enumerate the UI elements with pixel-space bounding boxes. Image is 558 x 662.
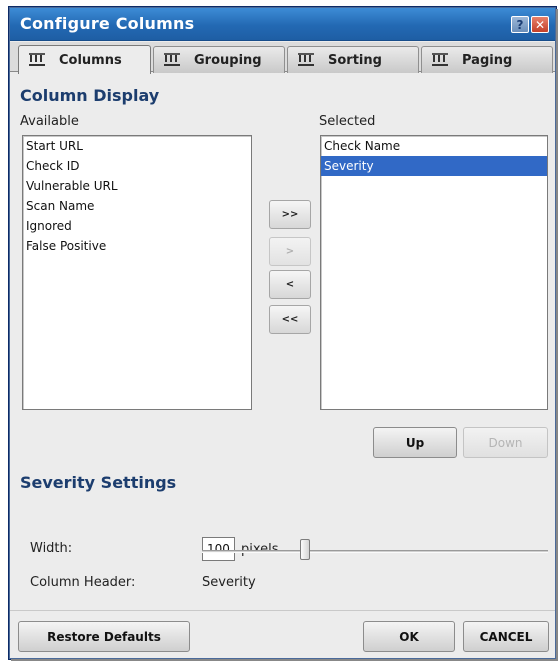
- tab-label: Columns: [59, 52, 122, 68]
- cancel-button[interactable]: CANCEL: [463, 621, 549, 652]
- footer-divider: [10, 610, 555, 611]
- dialog-title: Configure Columns: [20, 14, 195, 33]
- list-item[interactable]: Check ID: [23, 156, 251, 176]
- list-item[interactable]: False Positive: [23, 236, 251, 256]
- list-item[interactable]: Check Name: [321, 136, 547, 156]
- column-header-label: Column Header:: [30, 575, 136, 590]
- list-item[interactable]: Start URL: [23, 136, 251, 156]
- ok-button[interactable]: OK: [363, 621, 455, 652]
- up-button[interactable]: Up: [373, 427, 457, 458]
- columns-icon: [432, 52, 448, 66]
- tab-bar: Columns Grouping Sorting Paging: [10, 42, 555, 74]
- width-label: Width:: [30, 541, 73, 556]
- move-left-button[interactable]: <: [269, 270, 311, 299]
- tab-paging[interactable]: Paging: [421, 46, 553, 73]
- tab-columns[interactable]: Columns: [18, 45, 151, 74]
- column-display-heading: Column Display: [20, 86, 160, 105]
- width-slider-track[interactable]: [202, 550, 548, 553]
- column-header-value: Severity: [202, 575, 256, 590]
- list-item[interactable]: Scan Name: [23, 196, 251, 216]
- tab-sorting[interactable]: Sorting: [287, 46, 419, 73]
- width-slider-thumb[interactable]: [300, 539, 310, 560]
- selected-list[interactable]: Check Name Severity: [320, 135, 548, 410]
- tab-label: Sorting: [328, 52, 382, 68]
- columns-icon: [164, 52, 180, 66]
- restore-defaults-button[interactable]: Restore Defaults: [18, 621, 190, 652]
- configure-columns-dialog: Configure Columns ? ✕ Columns Grouping S…: [9, 7, 556, 659]
- list-item-selected[interactable]: Severity: [321, 156, 547, 176]
- tab-grouping[interactable]: Grouping: [153, 46, 285, 73]
- help-button[interactable]: ?: [511, 16, 529, 33]
- available-list[interactable]: Start URL Check ID Vulnerable URL Scan N…: [22, 135, 252, 410]
- move-all-left-button[interactable]: <<: [269, 305, 311, 334]
- close-button[interactable]: ✕: [531, 16, 549, 33]
- selected-label: Selected: [319, 114, 376, 129]
- list-item[interactable]: Vulnerable URL: [23, 176, 251, 196]
- available-label: Available: [20, 114, 79, 129]
- list-item[interactable]: Ignored: [23, 216, 251, 236]
- move-all-right-button[interactable]: >>: [269, 200, 311, 229]
- columns-icon: [29, 52, 45, 66]
- title-bar[interactable]: Configure Columns ? ✕: [10, 8, 555, 41]
- width-input[interactable]: 100: [202, 537, 235, 561]
- columns-icon: [298, 52, 314, 66]
- down-button[interactable]: Down: [463, 427, 548, 458]
- tab-label: Paging: [462, 52, 513, 68]
- tab-label: Grouping: [194, 52, 262, 68]
- move-right-button[interactable]: >: [269, 237, 311, 266]
- severity-settings-heading: Severity Settings: [20, 473, 177, 492]
